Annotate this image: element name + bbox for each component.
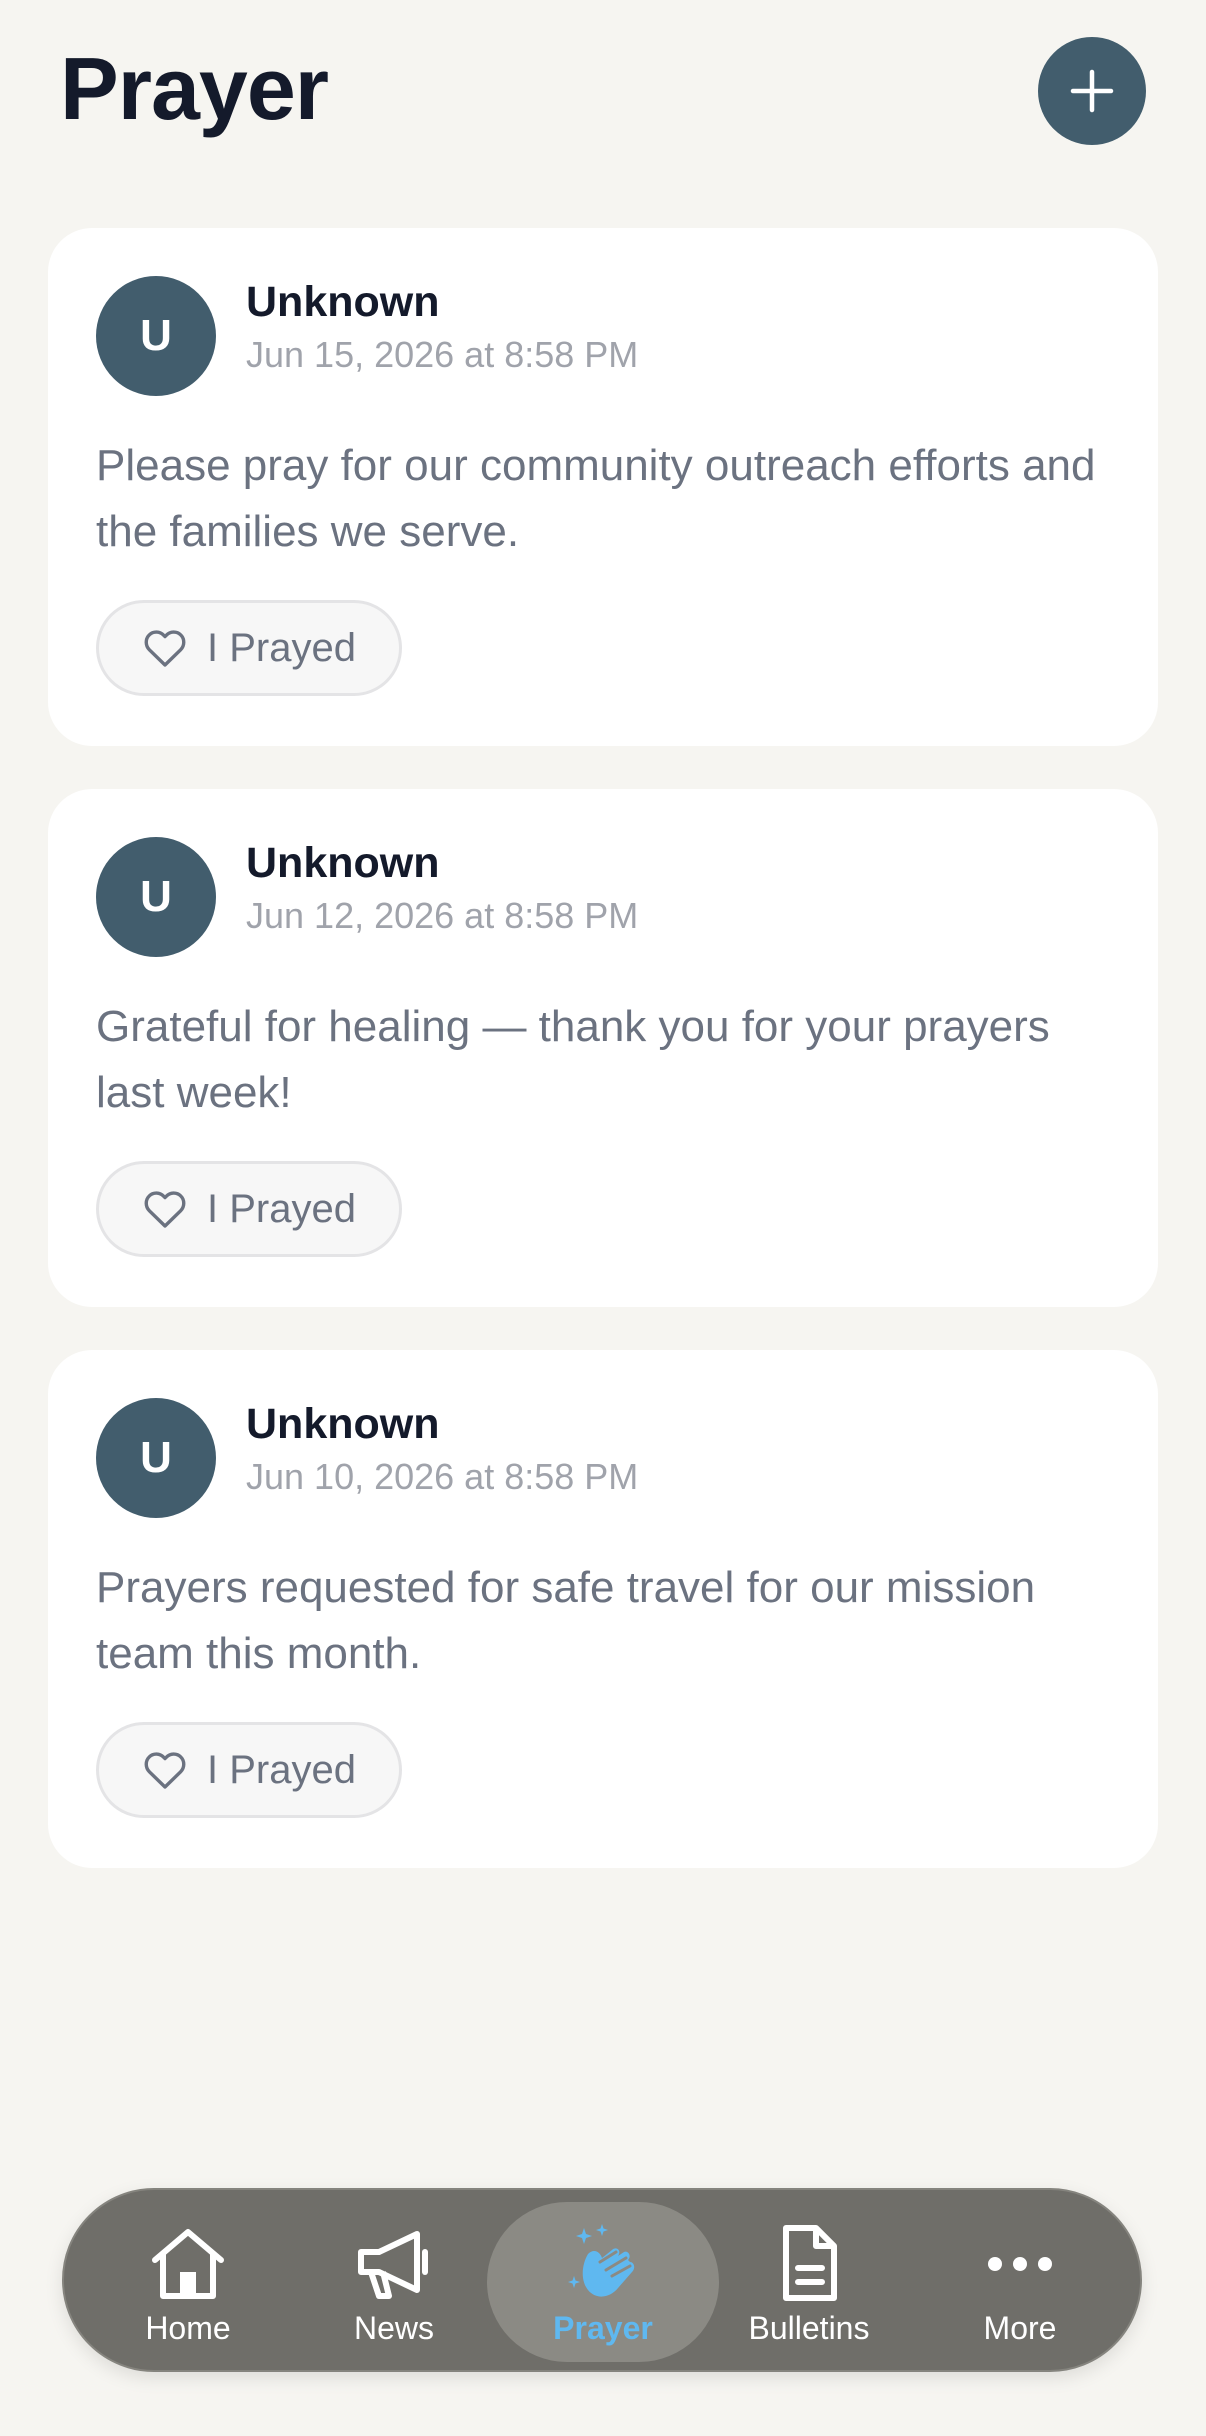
- tab-more[interactable]: More: [917, 2190, 1123, 2374]
- prayer-card: U Unknown Jun 12, 2026 at 8:58 PM Gratef…: [48, 789, 1158, 1307]
- avatar: U: [96, 1398, 216, 1518]
- plus-icon: [1070, 69, 1114, 113]
- tab-news[interactable]: News: [291, 2190, 497, 2374]
- megaphone-icon: [358, 2231, 428, 2299]
- post-timestamp: Jun 10, 2026 at 8:58 PM: [246, 1456, 639, 1497]
- tab-prayer[interactable]: Prayer: [500, 2190, 706, 2374]
- more-icon: [988, 2257, 1052, 2271]
- post-timestamp: Jun 15, 2026 at 8:58 PM: [246, 334, 639, 375]
- prayer-text: Please pray for our community outreach e…: [96, 441, 1096, 556]
- i-prayed-label: I Prayed: [207, 1747, 356, 1792]
- i-prayed-label: I Prayed: [207, 625, 356, 670]
- avatar: U: [96, 276, 216, 396]
- prayer-text: Grateful for healing — thank you for you…: [96, 1002, 1050, 1117]
- heart-icon: [144, 1191, 186, 1228]
- prayer-feed: U Unknown Jun 15, 2026 at 8:58 PM Please…: [48, 228, 1158, 1911]
- prayer-screen: Prayer U Unknown Jun 15, 2026 at 8:58 PM…: [0, 0, 1206, 2436]
- prayer-card: U Unknown Jun 15, 2026 at 8:58 PM Please…: [48, 228, 1158, 746]
- tab-label: News: [353, 2310, 434, 2346]
- tab-bulletins[interactable]: Bulletins: [706, 2190, 912, 2374]
- tab-label: Prayer: [553, 2310, 653, 2346]
- tab-label: More: [983, 2310, 1057, 2346]
- tab-label: Bulletins: [748, 2310, 870, 2346]
- i-prayed-button[interactable]: I Prayed: [96, 1722, 402, 1818]
- author-name: Unknown: [246, 1400, 440, 1448]
- prayer-card: U Unknown Jun 10, 2026 at 8:58 PM Prayer…: [48, 1350, 1158, 1868]
- i-prayed-label: I Prayed: [207, 1186, 356, 1231]
- i-prayed-button[interactable]: I Prayed: [96, 600, 402, 696]
- home-icon: [152, 2229, 224, 2299]
- author-name: Unknown: [246, 839, 440, 887]
- bottom-tab-bar: Home News Prayer Bulletins More: [62, 2188, 1142, 2372]
- praying-hands-icon: [568, 2224, 635, 2297]
- tab-label: Home: [145, 2310, 231, 2346]
- heart-icon: [144, 1752, 186, 1789]
- page-title: Prayer: [60, 39, 329, 138]
- prayer-text: Prayers requested for safe travel for ou…: [96, 1563, 1036, 1678]
- tab-home[interactable]: Home: [85, 2190, 291, 2374]
- post-timestamp: Jun 12, 2026 at 8:58 PM: [246, 895, 639, 936]
- document-icon: [783, 2225, 837, 2301]
- avatar: U: [96, 837, 216, 957]
- heart-icon: [144, 630, 186, 667]
- add-prayer-button[interactable]: [1038, 37, 1146, 145]
- author-name: Unknown: [246, 278, 440, 326]
- i-prayed-button[interactable]: I Prayed: [96, 1161, 402, 1257]
